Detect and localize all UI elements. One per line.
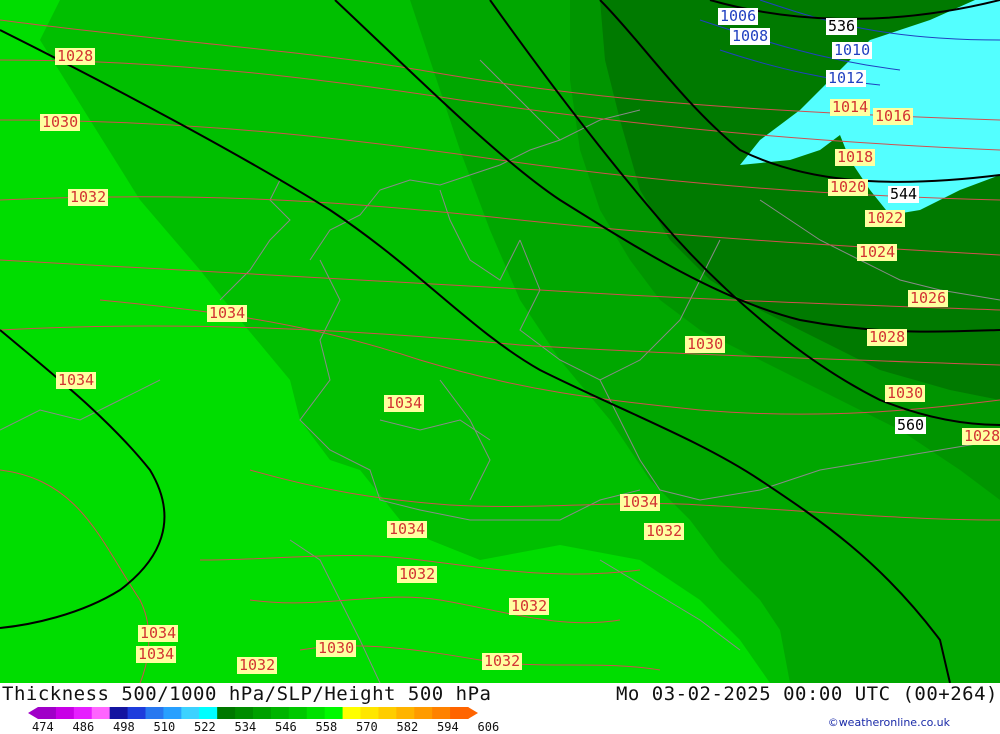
isobar-label: 1032 [644, 522, 685, 540]
isobar-label: 1022 [865, 209, 906, 227]
color-legend [28, 707, 478, 719]
legend-arrow-left [28, 707, 38, 719]
legend-swatch [235, 707, 254, 719]
legend-swatch [378, 707, 397, 719]
legend-swatch [253, 707, 272, 719]
isobar-label: 1024 [857, 243, 898, 261]
isobar-label: 1030 [316, 639, 357, 657]
isobar-label: 1032 [68, 188, 109, 206]
isobar-label: 1020 [828, 178, 869, 196]
isobar-label: 1006 [718, 7, 759, 25]
legend-tick-label: 582 [396, 720, 419, 734]
legend-swatch [73, 707, 93, 719]
legend-swatch [91, 707, 111, 719]
isobar-label: 1014 [830, 98, 871, 116]
legend-swatch [450, 707, 469, 719]
isobar-label: 1034 [387, 520, 428, 538]
legend-swatch [414, 707, 433, 719]
legend-swatch [432, 707, 451, 719]
legend-swatch [199, 707, 218, 719]
isobar-label: 1028 [962, 428, 1000, 445]
legend-arrow-right [468, 707, 478, 719]
legend-swatch [396, 707, 415, 719]
legend-tick-label: 522 [194, 720, 216, 734]
height-label: 560 [895, 416, 927, 434]
isobar-label: 1034 [138, 624, 179, 642]
legend-tick-label: 570 [356, 720, 378, 734]
isobar-label: 1028 [867, 328, 908, 346]
footer-bar: Thickness 500/1000 hPa/SLP/Height 500 hP… [0, 683, 1000, 734]
legend-swatch [181, 707, 200, 719]
legend-tick-label: 606 [477, 720, 500, 734]
legend-tick-label: 474 [32, 720, 54, 734]
height-label: 536 [826, 17, 858, 35]
isobar-label: 1030 [685, 335, 726, 353]
isobar-label: 1008 [730, 27, 771, 45]
legend-swatch [217, 707, 236, 719]
isobar-label: 1032 [237, 656, 278, 674]
legend-swatch [38, 707, 57, 719]
isobar-label: 1030 [885, 384, 926, 402]
legend-swatch [360, 707, 379, 719]
isobar-label: 1010 [832, 41, 873, 59]
legend-tick-label: 510 [153, 720, 176, 734]
isobar-label: 1026 [908, 289, 949, 307]
credit: ©weatheronline.co.uk [827, 716, 950, 729]
isobar-label: 1034 [384, 394, 425, 412]
height-label: 544 [888, 185, 920, 203]
isobar-label: 1012 [826, 69, 867, 87]
isobar-label: 1034 [620, 493, 661, 511]
isobar-label: 1030 [40, 113, 81, 131]
legend-tick-label: 486 [72, 720, 95, 734]
isobar-label: 1034 [56, 371, 97, 389]
isobar-label: 1016 [873, 107, 914, 125]
legend-tick-label: 546 [275, 720, 297, 734]
isobar-label: 1032 [482, 652, 523, 670]
isobar-label: 1032 [509, 597, 550, 615]
legend-swatch [342, 707, 361, 719]
legend-swatch [288, 707, 308, 719]
legend-tick-label: 594 [437, 720, 459, 734]
legend-swatch [127, 707, 146, 719]
legend-swatch [163, 707, 182, 719]
legend-swatch [145, 707, 164, 719]
map-title: Thickness 500/1000 hPa/SLP/Height 500 hP… [2, 683, 492, 705]
legend-tick-label: 558 [315, 720, 338, 734]
isobar-label: 1034 [136, 645, 177, 663]
legend-tick-label: 534 [234, 720, 257, 734]
isobar-label: 1034 [207, 304, 248, 322]
valid-time: Mo 03-02-2025 00:00 UTC (00+264) [615, 683, 998, 705]
isobar-label: 1032 [397, 565, 438, 583]
isobar-label: 1018 [835, 148, 876, 166]
legend-swatch [270, 707, 290, 719]
legend-swatch [306, 707, 326, 719]
legend-tick-label: 498 [113, 720, 135, 734]
legend-swatch [324, 707, 344, 719]
isobar-label: 1028 [55, 47, 96, 65]
legend-swatch [109, 707, 129, 719]
legend-swatch [55, 707, 75, 719]
